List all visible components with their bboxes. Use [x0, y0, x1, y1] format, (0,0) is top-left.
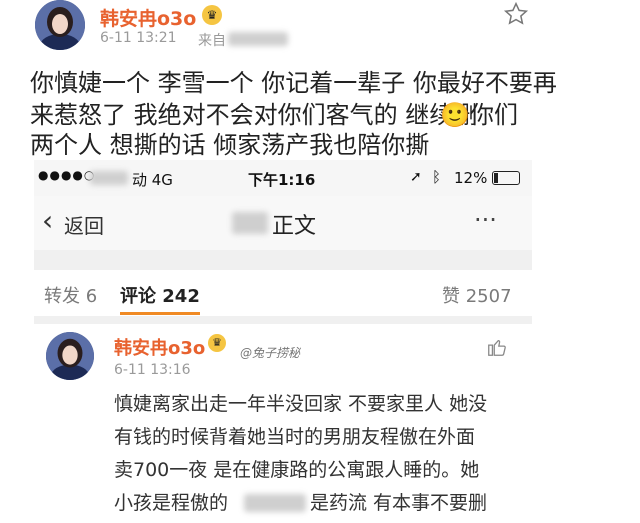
smile-emoji-icon: 🙂: [440, 101, 470, 129]
comment-line-1: 慎婕离家出走一年半没回家 不要家里人 她没: [114, 393, 488, 415]
battery-percent: 12%: [454, 169, 488, 187]
location-icon: ➚: [410, 169, 422, 185]
post-text-line-2b: 你们: [470, 101, 518, 129]
post-author-name[interactable]: 韩安冉o3o: [100, 4, 196, 31]
embedded-screenshot: ●●●●○ 动 4G 下午1:16 ➚ ᛒ 12% ‹ 返回 正文 ··· 转发…: [34, 160, 532, 523]
nav-bar: ‹ 返回 正文 ···: [34, 196, 532, 250]
status-time: 下午1:16: [248, 171, 316, 189]
post-text-line-3: 两个人 想撕的话 倾家荡产我也陪你撕: [30, 131, 430, 159]
redacted-comment-word: [244, 494, 306, 512]
post-timestamp: 6-11 13:21: [100, 30, 177, 46]
post-text-line-2: 来惹怒了 我绝对不会对你们客气的 继续删: [30, 101, 478, 129]
tab-comments[interactable]: 评论 242: [120, 282, 200, 308]
tab-reposts[interactable]: 转发 6: [44, 282, 97, 308]
post-avatar[interactable]: [35, 0, 85, 50]
section-gap: [34, 250, 532, 270]
redacted-carrier: [90, 171, 128, 185]
crown-emoji-icon: ♛: [202, 5, 222, 25]
comment-line-4a: 小孩是程傲的: [114, 492, 229, 514]
bluetooth-icon: ᛒ: [432, 168, 442, 186]
comment-timestamp: 6-11 13:16: [114, 362, 191, 378]
page-title: 正文: [272, 214, 317, 239]
comment-avatar[interactable]: [46, 332, 94, 380]
more-menu-button[interactable]: ···: [474, 206, 497, 234]
comment-line-3: 卖700一夜 是在健康路的公寓跟人睡的。她: [114, 459, 480, 481]
post-text-line-1: 你慎婕一个 李雪一个 你记着一辈子 你最好不要再: [30, 69, 557, 97]
redacted-source: [228, 32, 288, 46]
section-gap-2: [34, 316, 532, 324]
redacted-title: [232, 212, 268, 234]
tabs-row: 转发 6 评论 242 赞 2507: [34, 270, 532, 317]
comment-crown-emoji-icon: ♛: [208, 334, 226, 352]
signal-strength: ●●●●○: [38, 168, 96, 182]
star-icon[interactable]: [503, 1, 529, 27]
active-tab-indicator: [120, 312, 200, 315]
battery-icon: [492, 171, 520, 185]
back-button[interactable]: 返回: [64, 210, 104, 239]
watermark: @兔子捞秘: [240, 346, 301, 360]
comment-card: 韩安冉o3o ♛ @兔子捞秘 6-11 13:16 慎婕离家出走一年半没回家 不…: [34, 324, 532, 523]
tab-likes[interactable]: 赞 2507: [442, 282, 512, 308]
status-bar: ●●●●○ 动 4G 下午1:16 ➚ ᛒ 12%: [34, 160, 532, 196]
thumbs-up-icon[interactable]: [486, 336, 508, 358]
network-label: 动 4G: [132, 171, 173, 189]
comment-line-4b: 是药流 有本事不要删: [310, 492, 488, 514]
comment-line-2: 有钱的时候背着她当时的男朋友程傲在外面: [114, 426, 476, 448]
post-source-label: 来自: [198, 33, 226, 49]
comment-author-name[interactable]: 韩安冉o3o: [114, 334, 205, 360]
back-chevron-icon[interactable]: ‹: [42, 206, 53, 236]
